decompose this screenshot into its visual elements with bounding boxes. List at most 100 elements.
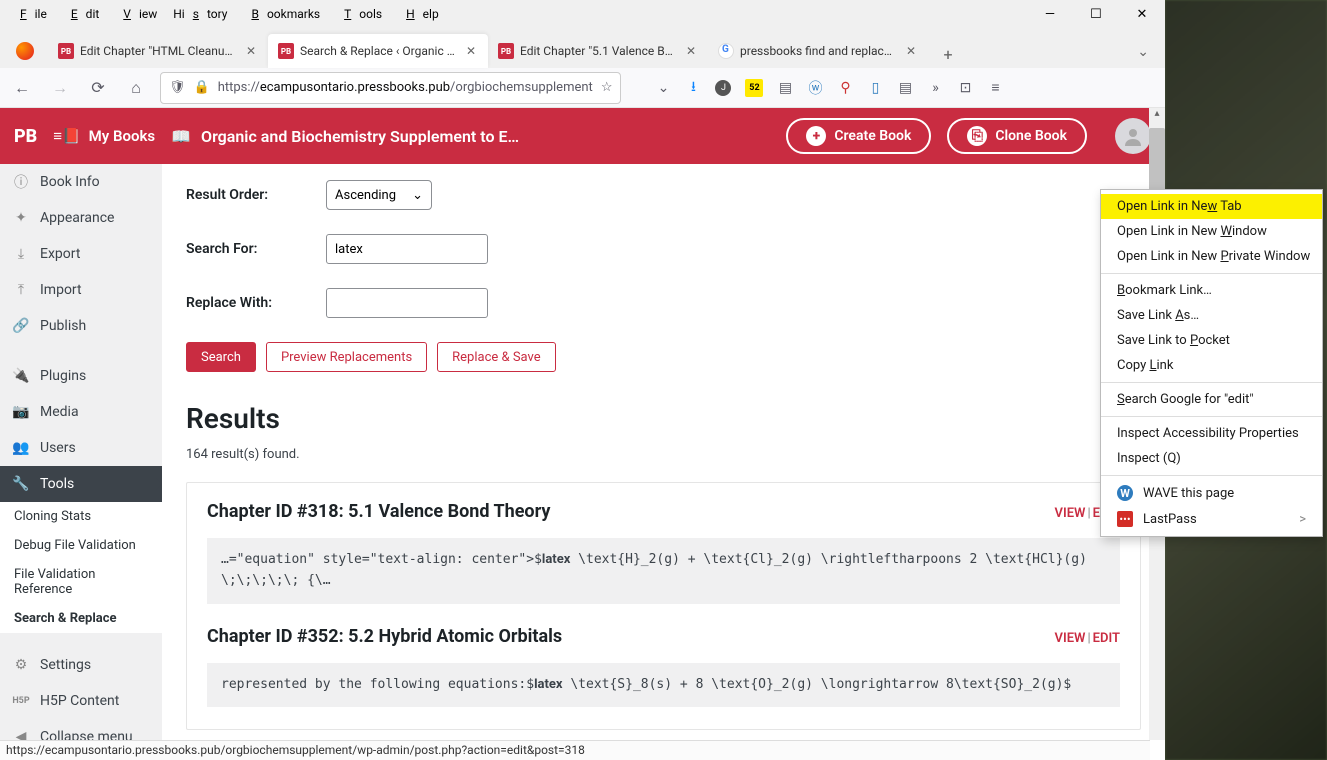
os-menu-bar: File Edit View History Bookmarks Tools H… bbox=[0, 0, 1165, 28]
url-text: https://ecampusontario.pressbooks.pub/or… bbox=[218, 80, 593, 95]
create-book-button[interactable]: + Create Book bbox=[786, 118, 931, 154]
context-item[interactable]: Bookmark Link… bbox=[1101, 278, 1322, 303]
browser-window: File Edit View History Bookmarks Tools H… bbox=[0, 0, 1165, 760]
browser-tab[interactable]: pressbooks find and replace too ✕ bbox=[708, 34, 928, 68]
ext-icon-6[interactable]: ⊡ bbox=[957, 80, 973, 96]
ext-icon-4[interactable]: ▯ bbox=[867, 80, 883, 96]
ext-icon-3[interactable]: ⚲ bbox=[837, 80, 853, 96]
tab-title: pressbooks find and replace too bbox=[740, 44, 898, 58]
hamburger-menu-icon[interactable]: ≡ bbox=[987, 80, 1003, 96]
sidebar-item-media[interactable]: 📷Media bbox=[0, 394, 162, 430]
back-button[interactable]: ← bbox=[8, 74, 36, 102]
context-item[interactable]: Save Link to Pocket bbox=[1101, 328, 1322, 353]
new-tab-button[interactable]: + bbox=[934, 40, 962, 68]
window-controls: — ☐ ✕ bbox=[1027, 0, 1165, 28]
close-window-button[interactable]: ✕ bbox=[1119, 0, 1165, 28]
ext-icon-5[interactable]: ▤ bbox=[897, 80, 913, 96]
browser-tab[interactable]: PBSearch & Replace ‹ Organic and✕ bbox=[268, 34, 488, 68]
clone-book-button[interactable]: ⎘ Clone Book bbox=[947, 118, 1087, 154]
menu-bookmarks[interactable]: Bookmarks bbox=[235, 3, 328, 25]
tab-favicon bbox=[718, 43, 734, 59]
preview-button[interactable]: Preview Replacements bbox=[266, 342, 427, 372]
download-icon[interactable]: ⭳ bbox=[685, 80, 701, 96]
sidebar-sub-search-replace[interactable]: Search & Replace bbox=[0, 604, 162, 633]
maximize-button[interactable]: ☐ bbox=[1073, 0, 1119, 28]
search-for-input[interactable] bbox=[326, 234, 488, 264]
context-item[interactable]: Open Link in New Tab bbox=[1101, 194, 1322, 219]
sidebar-item-h5p-content[interactable]: H5PH5P Content bbox=[0, 683, 162, 719]
sidebar-item-settings[interactable]: ⚙Settings bbox=[0, 647, 162, 683]
context-item[interactable]: Search Google for "edit" bbox=[1101, 387, 1322, 412]
sidebar-label: Import bbox=[40, 282, 82, 298]
replace-with-input[interactable] bbox=[326, 288, 488, 318]
menu-edit[interactable]: Edit bbox=[55, 3, 107, 25]
forward-button[interactable]: → bbox=[46, 74, 74, 102]
replace-save-button[interactable]: Replace & Save bbox=[437, 342, 555, 372]
minimize-button[interactable]: — bbox=[1027, 0, 1073, 28]
overflow-icon[interactable]: » bbox=[927, 80, 943, 96]
pb-logo[interactable]: PB bbox=[14, 126, 37, 147]
sidebar-item-export[interactable]: ⤓Export bbox=[0, 236, 162, 272]
context-item[interactable]: Save Link As… bbox=[1101, 303, 1322, 328]
edit-link[interactable]: EDIT bbox=[1093, 631, 1120, 646]
context-item[interactable]: Copy Link bbox=[1101, 353, 1322, 378]
sidebar-item-publish[interactable]: 🔗Publish bbox=[0, 308, 162, 344]
context-item[interactable]: Open Link in New Window bbox=[1101, 219, 1322, 244]
context-label: Open Link in New Window bbox=[1117, 224, 1267, 239]
chevron-down-icon: ⌄ bbox=[412, 188, 423, 203]
sidebar-item-import[interactable]: ⤒ Import bbox=[0, 272, 162, 308]
address-bar[interactable]: 🛡 🔒 https://ecampusontario.pressbooks.pu… bbox=[160, 72, 621, 104]
context-item[interactable]: Inspect Accessibility Properties bbox=[1101, 421, 1322, 446]
menu-file[interactable]: File bbox=[4, 3, 55, 25]
sidebar-item-plugins[interactable]: 🔌Plugins bbox=[0, 358, 162, 394]
replace-with-label: Replace With: bbox=[186, 295, 326, 311]
results-card: Chapter ID #318: 5.1 Valence Bond Theory… bbox=[186, 482, 1141, 730]
context-item[interactable]: •••LastPass> bbox=[1101, 506, 1322, 532]
ext-icon-2[interactable]: ▤ bbox=[777, 80, 793, 96]
tab-favicon: PB bbox=[58, 43, 74, 59]
view-link[interactable]: VIEW bbox=[1055, 506, 1086, 521]
pocket-icon[interactable]: ⌄ bbox=[655, 80, 671, 96]
book-title[interactable]: 📖 Organic and Biochemistry Supplement to… bbox=[171, 127, 770, 146]
reload-button[interactable]: ⟳ bbox=[84, 74, 112, 102]
context-item[interactable]: Inspect (Q) bbox=[1101, 446, 1322, 471]
close-tab-icon[interactable]: ✕ bbox=[684, 44, 698, 58]
user-avatar[interactable] bbox=[1115, 118, 1151, 154]
sidebar-item-book-info[interactable]: ⓘBook Info bbox=[0, 164, 162, 200]
search-button[interactable]: Search bbox=[186, 342, 256, 372]
menu-view[interactable]: View bbox=[107, 3, 165, 25]
browser-tab[interactable]: PBEdit Chapter "HTML Cleanup" ‹✕ bbox=[48, 34, 268, 68]
sidebar-item-appearance[interactable]: ✦Appearance bbox=[0, 200, 162, 236]
menu-tools[interactable]: Tools bbox=[328, 3, 390, 25]
sidebar-icon: 🔌 bbox=[12, 367, 30, 385]
close-tab-icon[interactable]: ✕ bbox=[244, 44, 258, 58]
sidebar-item-users[interactable]: 👥Users bbox=[0, 430, 162, 466]
tabs-overflow-icon[interactable]: ⌄ bbox=[1137, 44, 1149, 68]
wave-ext-icon[interactable]: ⓦ bbox=[807, 80, 823, 96]
ext-icon-1[interactable]: J bbox=[715, 80, 731, 96]
close-tab-icon[interactable]: ✕ bbox=[464, 44, 478, 58]
ext-badge-icon[interactable]: 52 bbox=[745, 79, 763, 97]
bookmark-star-icon[interactable]: ☆ bbox=[601, 80, 613, 95]
sidebar-item-tools[interactable]: 🔧Tools bbox=[0, 466, 162, 502]
browser-tab[interactable]: PBEdit Chapter "5.1 Valence Bond✕ bbox=[488, 34, 708, 68]
sidebar-icon: ⤒ bbox=[12, 281, 30, 299]
sidebar-label: Tools bbox=[40, 476, 74, 492]
my-books-link[interactable]: ≡📕 My Books bbox=[53, 127, 155, 145]
sidebar-sub-debug-file-validation[interactable]: Debug File Validation bbox=[0, 531, 162, 560]
context-label: Search Google for "edit" bbox=[1117, 392, 1254, 407]
sidebar-sub-cloning-stats[interactable]: Cloning Stats bbox=[0, 502, 162, 531]
context-separator bbox=[1101, 416, 1322, 417]
admin-sidebar: ⓘBook Info✦Appearance⤓Export ⤒ Import 🔗Publ… bbox=[0, 164, 162, 760]
home-button[interactable]: ⌂ bbox=[122, 74, 150, 102]
sidebar-sub-file-validation-reference[interactable]: File Validation Reference bbox=[0, 560, 162, 604]
result-order-select[interactable]: Ascending⌄ bbox=[326, 180, 432, 210]
view-link[interactable]: VIEW bbox=[1055, 631, 1086, 646]
menu-history[interactable]: History bbox=[165, 3, 235, 25]
menu-help[interactable]: Help bbox=[390, 3, 447, 25]
result-title: Chapter ID #352: 5.2 Hybrid Atomic Orbit… bbox=[207, 626, 1055, 647]
sidebar-label: Users bbox=[40, 440, 76, 456]
context-item[interactable]: Open Link in New Private Window bbox=[1101, 244, 1322, 269]
context-item[interactable]: WWAVE this page bbox=[1101, 480, 1322, 506]
close-tab-icon[interactable]: ✕ bbox=[904, 44, 918, 58]
